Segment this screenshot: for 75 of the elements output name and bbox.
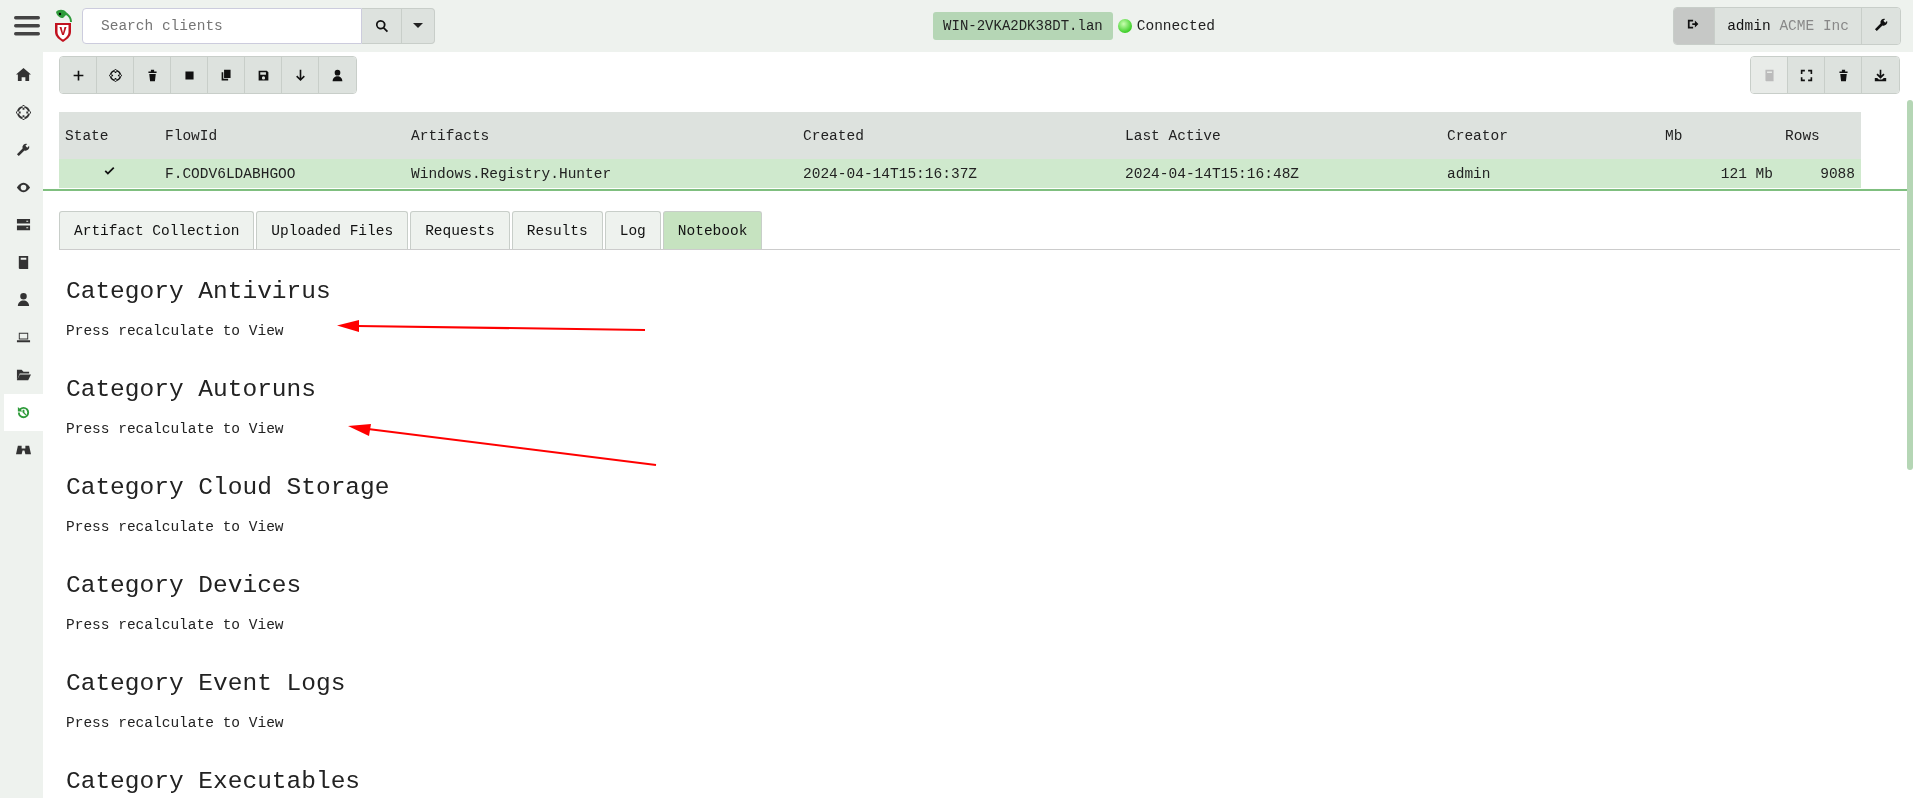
download-icon <box>1874 68 1887 82</box>
tab[interactable]: Notebook <box>662 211 763 249</box>
section-heading: Category Executables <box>66 767 361 797</box>
wrench-icon <box>1873 16 1889 32</box>
connection-status: Connected <box>1136 18 1216 34</box>
tab[interactable]: Artifact Collection <box>59 211 255 249</box>
section-heading: Category Autoruns <box>66 375 316 405</box>
table-cell: 9088 <box>1779 159 1861 188</box>
toolbar-button[interactable] <box>134 57 171 93</box>
toolbar-button[interactable] <box>1862 57 1899 93</box>
folder-icon <box>16 367 31 383</box>
column-header[interactable]: Artifacts <box>405 112 797 159</box>
tab[interactable]: Uploaded Files <box>256 211 409 249</box>
trash-icon <box>145 68 159 82</box>
table-cell: 121 Mb <box>1633 159 1779 188</box>
section-text: Press recalculate to View <box>66 715 284 733</box>
table-cell: 2024-04-14T15:16:37Z <box>797 159 1119 188</box>
search-icon <box>374 19 389 33</box>
menu-button[interactable] <box>14 15 40 37</box>
column-header[interactable]: Rows <box>1779 112 1861 159</box>
wrench-icon <box>16 142 31 158</box>
expand-icon <box>1799 68 1813 82</box>
toolbar-button[interactable] <box>97 57 134 93</box>
table-cell: admin <box>1441 159 1633 188</box>
plus-icon <box>71 68 85 82</box>
client-hostname[interactable]: WIN-2VKA2DK38DT.lan <box>933 12 1113 40</box>
logout-button[interactable] <box>1674 8 1715 44</box>
column-header[interactable]: State <box>59 112 159 159</box>
tab[interactable]: Log <box>604 211 661 249</box>
search-button[interactable] <box>362 8 402 44</box>
toolbar-button[interactable] <box>171 57 208 93</box>
crosshair-icon <box>16 104 31 120</box>
table-row[interactable]: F.CODV6LDABHGOO Windows.Registry.Hunter 2024-04-14T15:16:37Z 2024-04-14T15:16:48Z admin 121 Mb 9088 <box>59 159 1861 188</box>
down-arrow-icon <box>293 68 307 82</box>
toolbar-button[interactable] <box>319 57 356 93</box>
column-header[interactable]: Last Active <box>1119 112 1441 159</box>
search-field[interactable]: Search clients <box>82 8 362 44</box>
table-cell: Windows.Registry.Hunter <box>405 159 797 188</box>
column-header[interactable]: Mb <box>1633 112 1779 159</box>
home-icon <box>16 67 31 83</box>
lizard-shield-logo <box>52 8 74 44</box>
book-icon <box>1762 68 1776 82</box>
column-header[interactable]: Creator <box>1441 112 1633 159</box>
toolbar-button[interactable] <box>245 57 282 93</box>
toolbar-button[interactable] <box>208 57 245 93</box>
table-cell: 2024-04-14T15:16:48Z <box>1119 159 1441 188</box>
person-icon <box>331 68 344 82</box>
user-button[interactable]: admin ACME Inc <box>1714 8 1862 44</box>
book-icon <box>16 254 31 270</box>
section-heading: Category Cloud Storage <box>66 473 390 503</box>
table-cell: F.CODV6LDABHGOO <box>159 159 405 188</box>
column-header[interactable]: FlowId <box>159 112 405 159</box>
section-heading: Category Antivirus <box>66 277 331 307</box>
copy-icon <box>219 68 233 82</box>
toolbar-button[interactable] <box>1825 57 1862 93</box>
tab[interactable]: Results <box>511 211 603 249</box>
section-text: Press recalculate to View <box>66 421 284 439</box>
section-text: Press recalculate to View <box>66 519 284 537</box>
tab[interactable]: Requests <box>410 211 510 249</box>
section-text: Press recalculate to View <box>66 323 284 341</box>
menu-icon <box>14 15 40 37</box>
toolbar-button[interactable] <box>1788 57 1825 93</box>
section-heading: Category Event Logs <box>66 669 346 699</box>
square-icon <box>182 68 196 82</box>
settings-button[interactable] <box>1862 8 1900 44</box>
crosshair-icon <box>108 68 122 82</box>
history-icon <box>16 404 31 420</box>
section-heading: Category Devices <box>66 571 302 601</box>
section-text: Press recalculate to View <box>66 617 284 635</box>
server-icon <box>16 217 31 233</box>
floppy-icon <box>256 68 270 82</box>
trash-icon <box>1836 68 1850 82</box>
column-header[interactable]: Created <box>797 112 1119 159</box>
person-icon <box>16 292 31 308</box>
caret-icon <box>413 23 423 29</box>
